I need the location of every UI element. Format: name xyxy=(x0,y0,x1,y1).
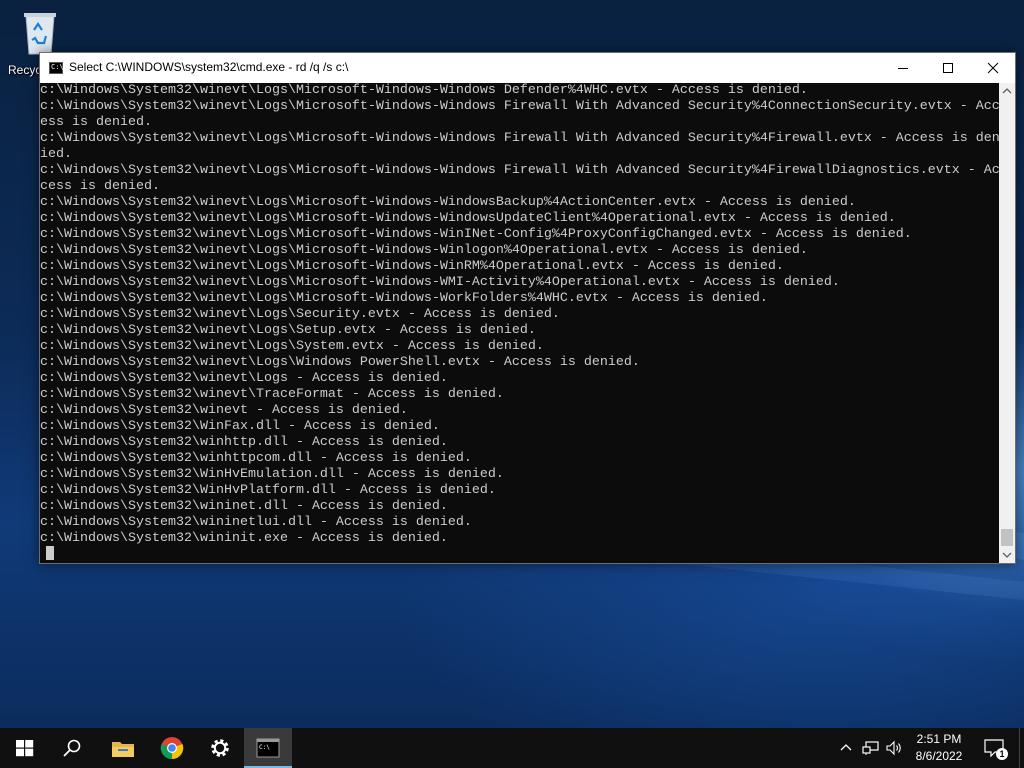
console-line: ied. xyxy=(40,147,72,162)
action-center-button[interactable]: 1 xyxy=(980,728,1010,768)
clock-date: 8/6/2022 xyxy=(915,749,963,763)
console-cursor xyxy=(46,546,54,560)
chrome-icon xyxy=(160,737,184,760)
console-line: c:\Windows\System32\winhttpcom.dll - Acc… xyxy=(40,451,472,466)
show-hidden-icons-button[interactable] xyxy=(836,728,856,768)
chrome-button[interactable] xyxy=(148,728,196,768)
console-output[interactable]: c:\Windows\System32\winevt\Logs\Microsof… xyxy=(40,83,999,563)
cmd-icon: C:\ xyxy=(49,62,64,74)
console-line: c:\Windows\System32\wininetlui.dll - Acc… xyxy=(40,515,472,530)
speaker-icon xyxy=(886,740,901,756)
file-explorer-button[interactable] xyxy=(98,728,146,768)
console-line: c:\Windows\System32\WinHvPlatform.dll - … xyxy=(40,483,496,498)
console-line: c:\Windows\System32\winevt\Logs\Microsof… xyxy=(40,195,856,210)
console-line: c:\Windows\System32\winevt - Access is d… xyxy=(40,403,408,418)
chevron-up-icon xyxy=(840,744,852,751)
folder-icon xyxy=(112,742,134,757)
console-line: c:\Windows\System32\winevt\Logs\Microsof… xyxy=(40,99,999,114)
search-icon xyxy=(63,739,81,757)
scroll-down-button[interactable] xyxy=(999,547,1015,563)
console-line: c:\Windows\System32\winevt\Logs\System.e… xyxy=(40,339,544,354)
chevron-down-icon xyxy=(1002,552,1012,558)
console-line: c:\Windows\System32\winevt\Logs\Microsof… xyxy=(40,163,999,178)
notification-count-badge: 1 xyxy=(996,748,1008,760)
volume-button[interactable] xyxy=(884,728,906,768)
title-bar[interactable]: C:\ Select C:\WINDOWS\system32\cmd.exe -… xyxy=(40,53,1015,83)
window-title: Select C:\WINDOWS\system32\cmd.exe - rd … xyxy=(69,60,349,74)
console-line: c:\Windows\System32\winevt\Logs - Access… xyxy=(40,371,448,386)
svg-text:C:\: C:\ xyxy=(259,744,270,751)
minimize-button[interactable] xyxy=(880,53,926,83)
console-line: c:\Windows\System32\WinHvEmulation.dll -… xyxy=(40,467,504,482)
console-line: c:\Windows\System32\winevt\Logs\Windows … xyxy=(40,355,640,370)
console-line: c:\Windows\System32\winevt\Logs\Microsof… xyxy=(40,243,808,258)
console-line: c:\Windows\System32\winevt\Logs\Microsof… xyxy=(40,259,784,274)
console-line: c:\Windows\System32\winevt\Logs\Microsof… xyxy=(40,227,912,242)
console-line: cess is denied. xyxy=(40,179,160,194)
maximize-icon xyxy=(943,63,953,73)
vertical-scrollbar[interactable] xyxy=(999,83,1015,563)
scroll-thumb[interactable] xyxy=(1001,529,1013,546)
cmd-icon: C:\ xyxy=(256,738,280,758)
console-line: c:\Windows\System32\winevt\Logs\Security… xyxy=(40,307,560,322)
close-icon xyxy=(987,62,999,74)
settings-button[interactable] xyxy=(196,728,244,768)
windows-logo-icon xyxy=(16,740,34,757)
console-line: c:\Windows\System32\winevt\Logs\Setup.ev… xyxy=(40,323,536,338)
console-line: c:\Windows\System32\winevt\Logs\Microsof… xyxy=(40,291,768,306)
console-line: c:\Windows\System32\wininit.exe - Access… xyxy=(40,531,448,546)
show-desktop-button[interactable] xyxy=(1019,728,1024,768)
chevron-up-icon xyxy=(1002,88,1012,94)
taskbar: C:\ 2:51 PM 8/6/2022 1 xyxy=(0,728,1024,768)
network-icon xyxy=(862,741,879,755)
console-lines: c:\Windows\System32\winevt\Logs\Microsof… xyxy=(40,83,999,547)
console-line: c:\Windows\System32\winevt\Logs\Microsof… xyxy=(40,83,808,98)
console-line: c:\Windows\System32\winhttp.dll - Access… xyxy=(40,435,448,450)
cmd-window[interactable]: C:\ Select C:\WINDOWS\system32\cmd.exe -… xyxy=(39,52,1016,564)
cmd-taskbar-button[interactable]: C:\ xyxy=(244,728,292,768)
console-line: c:\Windows\System32\winevt\Logs\Microsof… xyxy=(40,211,896,226)
console-line: c:\Windows\System32\winevt\Logs\Microsof… xyxy=(40,275,840,290)
console-line: c:\Windows\System32\WinFax.dll - Access … xyxy=(40,419,440,434)
clock[interactable]: 2:51 PM 8/6/2022 xyxy=(910,731,968,765)
recycle-bin-icon xyxy=(24,13,56,55)
console-line: c:\Windows\System32\winevt\Logs\Microsof… xyxy=(40,131,999,146)
console-line: c:\Windows\System32\winevt\TraceFormat -… xyxy=(40,387,504,402)
gear-icon xyxy=(211,739,229,757)
search-button[interactable] xyxy=(48,728,96,768)
console-line: c:\Windows\System32\wininet.dll - Access… xyxy=(40,499,448,514)
scroll-up-button[interactable] xyxy=(999,83,1015,99)
network-button[interactable] xyxy=(860,728,882,768)
start-button[interactable] xyxy=(0,728,48,768)
maximize-button[interactable] xyxy=(925,53,971,83)
clock-time: 2:51 PM xyxy=(916,732,962,746)
minimize-icon xyxy=(898,68,908,69)
close-button[interactable] xyxy=(970,53,1016,83)
console-line: ess is denied. xyxy=(40,115,152,130)
